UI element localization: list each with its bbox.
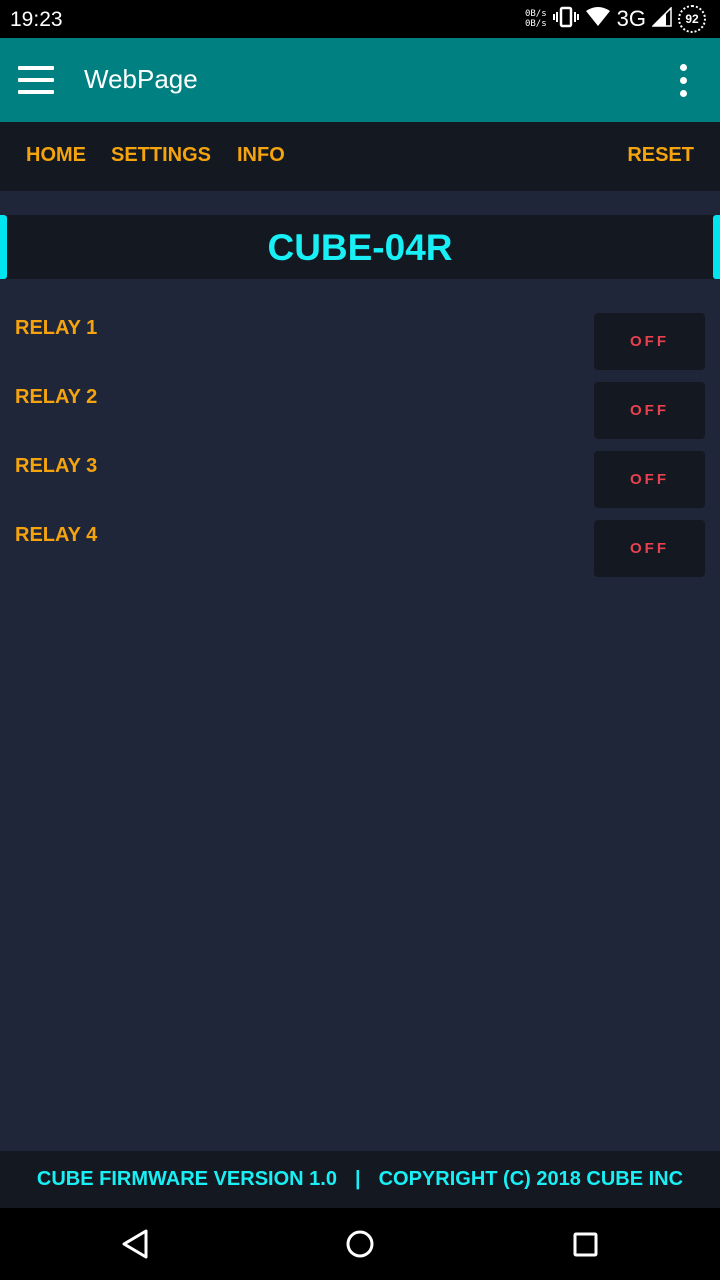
device-title: CUBE-04R bbox=[267, 227, 453, 268]
relay-toggle-button[interactable]: OFF bbox=[594, 520, 705, 577]
relay-label: RELAY 1 bbox=[15, 317, 98, 339]
status-bar: 19:23 0B/s 0B/s 3G 92 bbox=[0, 0, 720, 38]
relay-row: RELAY 1 OFF bbox=[0, 313, 720, 371]
vibrate-icon bbox=[552, 6, 579, 33]
app-bar: WebPage bbox=[0, 38, 720, 122]
nav-reset[interactable]: RESET bbox=[627, 144, 694, 167]
device-title-panel: CUBE-04R bbox=[0, 215, 720, 279]
relay-row: RELAY 3 OFF bbox=[0, 451, 720, 509]
relay-toggle-button[interactable]: OFF bbox=[594, 313, 705, 370]
relay-toggle-button[interactable]: OFF bbox=[594, 382, 705, 439]
status-time: 19:23 bbox=[10, 8, 63, 31]
network-speed: 0B/s 0B/s bbox=[525, 9, 547, 29]
relay-row: RELAY 4 OFF bbox=[0, 520, 720, 578]
more-vert-icon[interactable] bbox=[672, 64, 696, 98]
wifi-icon bbox=[585, 6, 611, 33]
relay-label: RELAY 2 bbox=[15, 386, 98, 408]
title-accent-right bbox=[713, 215, 720, 279]
home-icon[interactable] bbox=[342, 1226, 378, 1262]
top-nav: HOME SETTINGS INFO RESET bbox=[0, 122, 720, 191]
net-down-speed: 0B/s bbox=[524, 19, 547, 29]
app-title: WebPage bbox=[84, 64, 198, 94]
status-icons: 0B/s 0B/s 3G 92 bbox=[525, 4, 706, 34]
nav-settings[interactable]: SETTINGS bbox=[111, 144, 211, 167]
footer: CUBE FIRMWARE VERSION 1.0 | COPYRIGHT (C… bbox=[0, 1151, 720, 1208]
battery-icon: 92 bbox=[678, 5, 706, 33]
copyright: COPYRIGHT (C) 2018 CUBE INC bbox=[378, 1168, 684, 1190]
relay-row: RELAY 2 OFF bbox=[0, 382, 720, 440]
signal-icon bbox=[651, 5, 672, 32]
firmware-version: CUBE FIRMWARE VERSION 1.0 bbox=[36, 1168, 337, 1190]
relay-label: RELAY 3 bbox=[15, 455, 98, 477]
nav-info[interactable]: INFO bbox=[237, 144, 285, 167]
net-up-speed: 0B/s bbox=[524, 9, 547, 19]
hamburger-icon[interactable] bbox=[18, 66, 54, 94]
back-icon[interactable] bbox=[118, 1226, 154, 1262]
system-nav-bar bbox=[0, 1208, 720, 1280]
relay-label: RELAY 4 bbox=[15, 524, 98, 546]
footer-separator: | bbox=[354, 1168, 361, 1190]
relay-toggle-button[interactable]: OFF bbox=[594, 451, 705, 508]
recents-icon[interactable] bbox=[567, 1226, 603, 1262]
network-type: 3G bbox=[616, 6, 646, 31]
nav-home[interactable]: HOME bbox=[26, 144, 86, 167]
